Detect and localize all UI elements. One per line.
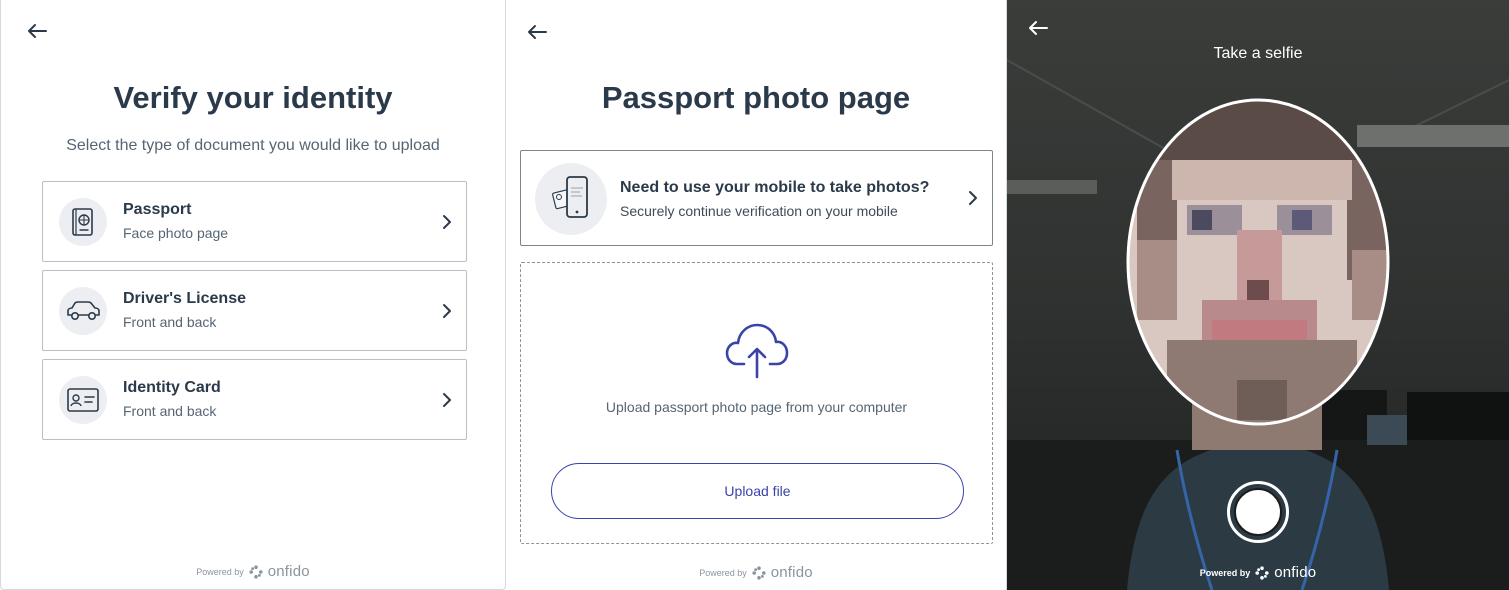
onfido-logo-icon — [249, 564, 263, 579]
back-button[interactable] — [26, 22, 48, 40]
document-option-identity-card[interactable]: Identity Card Front and back — [42, 359, 467, 440]
mobile-phone-icon — [535, 163, 607, 235]
passport-icon — [59, 198, 107, 246]
page-title: Verify your identity — [113, 80, 393, 115]
car-icon — [59, 287, 107, 335]
page-subtitle: Select the type of document you would li… — [66, 137, 440, 154]
page-title: Take a selfie — [1213, 45, 1303, 62]
document-option-hint: Front and back — [123, 403, 217, 419]
document-select-panel: Verify your identity Select the type of … — [0, 0, 506, 590]
onfido-logo-icon — [752, 565, 766, 580]
document-option-label: Passport — [123, 201, 192, 218]
chevron-right-icon — [442, 392, 452, 408]
chevron-right-icon — [442, 214, 452, 230]
upload-instructions: Upload passport photo page from your com… — [605, 399, 908, 415]
id-card-icon — [59, 376, 107, 424]
page-title: Passport photo page — [601, 80, 911, 115]
document-option-drivers-license[interactable]: Driver's License Front and back — [42, 270, 467, 351]
back-button[interactable] — [526, 23, 548, 41]
back-button[interactable] — [1027, 19, 1049, 37]
take-photo-button[interactable] — [1227, 481, 1289, 543]
powered-by-footer: Powered by onfido — [506, 564, 1006, 581]
powered-by-label: Powered by — [196, 566, 244, 577]
chevron-right-icon — [968, 190, 978, 206]
cloud-upload-icon — [725, 323, 789, 379]
arrow-left-icon — [528, 25, 547, 39]
powered-by-footer: Powered by onfido — [1, 563, 505, 580]
document-option-hint: Face photo page — [123, 225, 229, 241]
document-option-passport[interactable]: Passport Face photo page — [42, 181, 467, 262]
mobile-option-title: Need to use your mobile to take photos? — [620, 179, 930, 196]
shutter-icon — [1234, 488, 1282, 536]
powered-by-label: Powered by — [1199, 567, 1251, 578]
document-option-hint: Front and back — [123, 314, 217, 330]
continue-on-mobile-button[interactable]: Need to use your mobile to take photos? … — [520, 150, 993, 246]
arrow-left-icon — [28, 24, 47, 38]
chevron-right-icon — [442, 303, 452, 319]
powered-by-footer: Powered by onfido — [1007, 564, 1509, 581]
brand-name: onfido — [770, 564, 813, 581]
selfie-capture-panel: Take a selfie Powered by onfido — [1007, 0, 1509, 590]
document-option-label: Identity Card — [123, 379, 221, 396]
document-option-label: Driver's License — [123, 290, 246, 307]
mobile-option-hint: Securely continue verification on your m… — [620, 203, 898, 219]
onfido-logo-icon — [1255, 565, 1269, 580]
arrow-left-icon — [1029, 21, 1048, 35]
file-drop-area[interactable]: Upload passport photo page from your com… — [520, 262, 993, 544]
upload-file-button[interactable]: Upload file — [551, 463, 964, 519]
powered-by-label: Powered by — [699, 567, 747, 578]
brand-name: onfido — [267, 563, 310, 580]
passport-upload-panel: Passport photo page Need to use your mob… — [506, 0, 1007, 590]
brand-name: onfido — [1274, 564, 1317, 581]
